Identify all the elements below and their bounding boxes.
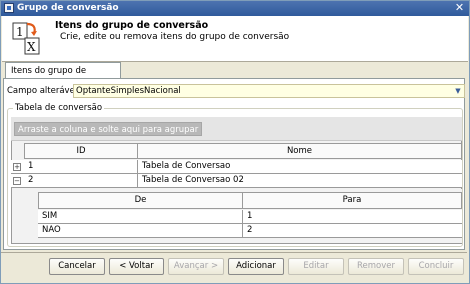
column-header-nome[interactable]: Nome [137,143,462,159]
finish-button[interactable]: Concluir [408,258,464,275]
cancel-button[interactable]: Cancelar [49,258,105,275]
campo-alteravel-label: Campo alterável: [7,86,81,96]
table-row[interactable]: + 1 Tabela de Conversao [11,160,462,174]
detail-de: SIM [38,210,243,223]
edit-button[interactable]: Editar [288,258,344,275]
add-button[interactable]: Adicionar [228,258,284,275]
campo-alteravel-value: OptanteSimplesNacional [76,86,181,96]
footer-divider [1,252,467,253]
group-by-hint: Arraste a coluna e solte aqui para agrup… [14,122,203,136]
wizard-header: 1 X Itens do grupo de conversão Crie, ed… [2,16,468,62]
title-bar[interactable]: Grupo de conversão ✕ [1,1,469,16]
close-button[interactable]: ✕ [453,2,466,14]
column-header-id[interactable]: ID [24,143,138,159]
header-title: Itens do grupo de conversão [55,20,209,31]
row-id: 2 [24,174,138,187]
app-window-icon [4,3,14,13]
remove-button[interactable]: Remover [348,258,404,275]
header-subtitle: Crie, edite ou remova itens do grupo de … [60,32,290,42]
table-row[interactable]: − 2 Tabela de Conversao 02 [11,174,462,188]
detail-row[interactable]: SIM 1 [38,210,462,224]
tabela-conversao-legend: Tabela de conversão [13,103,105,113]
back-button[interactable]: < Voltar [109,258,164,275]
detail-para: 2 [247,225,253,235]
convert-1-to-x-icon: 1 X [12,22,40,55]
row-nome: Tabela de Conversao [142,161,231,171]
column-header-de[interactable]: De [38,192,243,209]
tab-itens-do-grupo[interactable]: Itens do grupo de conversão [5,62,121,92]
campo-alteravel-select[interactable]: OptanteSimplesNacional ▼ [73,84,465,98]
window-title: Grupo de conversão [17,3,119,13]
chevron-down-icon[interactable]: ▼ [454,86,462,96]
expand-icon[interactable]: + [13,163,21,171]
column-header-para[interactable]: Para [242,192,462,209]
row-id: 1 [24,160,138,173]
icon-glyph-top: 1 [16,25,24,39]
next-button[interactable]: Avançar > [168,258,224,275]
detail-de: NAO [38,224,243,237]
group-by-panel[interactable]: Arraste a coluna e solte aqui para agrup… [11,117,462,141]
row-nome: Tabela de Conversao 02 [142,175,244,185]
detail-para: 1 [247,211,253,221]
detail-row[interactable]: NAO 2 [38,224,462,238]
icon-glyph-bottom: X [27,40,36,54]
collapse-icon[interactable]: − [13,177,21,185]
